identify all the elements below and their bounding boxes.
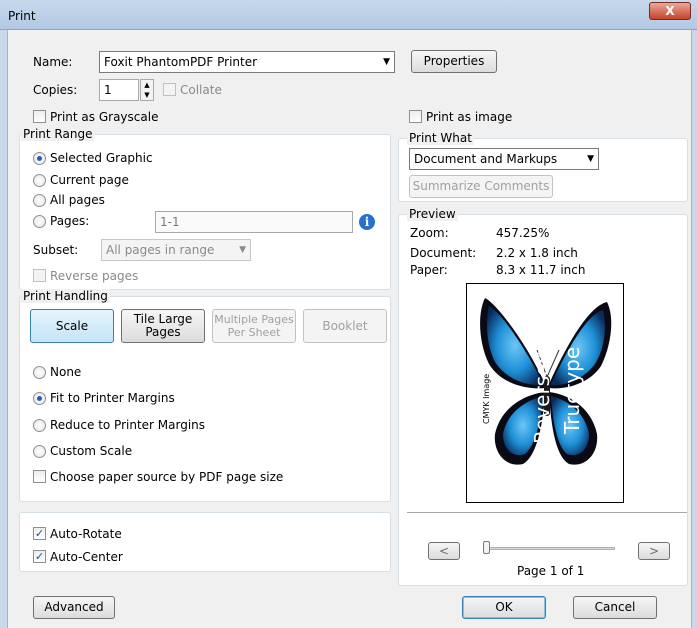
radio-reduce-printer-margins[interactable] <box>33 419 46 432</box>
next-page-icon: > <box>648 543 660 558</box>
page-slider-thumb[interactable] <box>483 541 490 554</box>
printer-name-select[interactable]: Foxit PhantomPDF Printer ▼ <box>99 51 395 73</box>
multiple-pages-label: Multiple Pages Per Sheet <box>214 313 294 339</box>
subset-label: Subset: <box>33 243 79 257</box>
radio-pages[interactable] <box>33 215 46 228</box>
chevron-down-icon: ▼ <box>587 154 594 164</box>
close-button[interactable]: X <box>649 2 691 20</box>
option-pages-label: Pages: <box>50 214 90 228</box>
paper-size-value: 8.3 x 11.7 inch <box>496 263 586 277</box>
copies-label: Copies: <box>33 83 78 97</box>
dialog-client: Name: Foxit PhantomPDF Printer ▼ Propert… <box>9 30 691 628</box>
copies-value: 1 <box>104 83 112 97</box>
scale-tab[interactable]: Scale <box>30 309 114 343</box>
scale-none-label: None <box>50 365 82 379</box>
advanced-button[interactable]: Advanced <box>33 596 115 619</box>
window-frame-left <box>0 30 8 628</box>
ok-button[interactable]: OK <box>462 596 546 619</box>
pages-range-value: 1-1 <box>160 215 180 229</box>
booklet-label: Booklet <box>322 318 368 333</box>
print-as-image-label: Print as image <box>426 110 513 124</box>
butterfly-image: CMYK Image Reversed Truetype <box>480 298 612 465</box>
radio-all-pages[interactable] <box>33 194 46 207</box>
advanced-label: Advanced <box>44 600 104 614</box>
radio-selected-graphic[interactable] <box>33 152 46 165</box>
zoom-value: 457.25% <box>496 226 550 240</box>
properties-button[interactable]: Properties <box>411 50 497 73</box>
paper-source-checkbox[interactable] <box>33 470 46 483</box>
document-size-label: Document: <box>410 246 477 260</box>
auto-center-label: Auto-Center <box>50 550 123 564</box>
paper-size-label: Paper: <box>410 263 448 277</box>
window-title: Print <box>8 9 36 23</box>
print-what-select[interactable]: Document and Markups ▼ <box>409 148 599 170</box>
auto-rotate-checkbox[interactable]: ✓ <box>33 527 46 540</box>
print-range-title: Print Range <box>21 127 95 141</box>
window-frame-right <box>691 30 697 628</box>
print-as-image-checkbox[interactable] <box>409 110 422 123</box>
next-page-button[interactable]: > <box>638 542 670 560</box>
print-handling-title: Print Handling <box>21 289 110 303</box>
reverse-pages-checkbox[interactable] <box>33 269 46 282</box>
radio-scale-none[interactable] <box>33 366 46 379</box>
title-bar: Print X <box>0 0 697 30</box>
copies-input[interactable]: 1 <box>99 79 139 101</box>
chevron-down-icon: ▼ <box>239 245 246 255</box>
chevron-down-icon: ▼ <box>383 57 390 67</box>
close-icon: X <box>665 4 675 18</box>
multiple-pages-tab[interactable]: Multiple Pages Per Sheet <box>212 309 296 343</box>
grayscale-checkbox[interactable] <box>33 110 46 123</box>
cancel-button[interactable]: Cancel <box>573 596 657 619</box>
image-text-truetype: Truetype <box>560 347 584 435</box>
radio-fit-printer-margins[interactable] <box>33 392 46 405</box>
page-indicator: Page 1 of 1 <box>517 564 585 578</box>
preview-title: Preview <box>407 207 458 221</box>
previous-page-icon: < <box>438 543 450 558</box>
booklet-tab[interactable]: Booklet <box>303 309 387 343</box>
tile-large-pages-tab[interactable]: Tile Large Pages <box>121 309 205 343</box>
auto-rotate-label: Auto-Rotate <box>50 527 122 541</box>
subset-select[interactable]: All pages in range ▼ <box>101 239 251 261</box>
preview-divider <box>407 512 687 513</box>
summarize-comments-button[interactable]: Summarize Comments <box>409 175 553 198</box>
scale-tab-label: Scale <box>55 318 89 333</box>
document-size-value: 2.2 x 1.8 inch <box>496 246 578 260</box>
preview-page: CMYK Image Reversed Truetype <box>466 283 624 503</box>
grayscale-label: Print as Grayscale <box>50 110 159 124</box>
fit-printer-margins-label: Fit to Printer Margins <box>50 391 175 405</box>
option-selected-graphic-label: Selected Graphic <box>50 151 153 165</box>
summarize-comments-label: Summarize Comments <box>412 179 550 193</box>
reverse-pages-label: Reverse pages <box>50 269 139 283</box>
image-text-reversed: Reversed <box>530 351 554 444</box>
info-icon[interactable]: i <box>359 214 375 230</box>
reduce-printer-margins-label: Reduce to Printer Margins <box>50 418 206 432</box>
option-all-pages-label: All pages <box>50 193 105 207</box>
radio-custom-scale[interactable] <box>33 445 46 458</box>
print-what-value: Document and Markups <box>414 152 558 166</box>
zoom-label: Zoom: <box>410 226 449 240</box>
printer-name-label: Name: <box>33 55 73 69</box>
collate-checkbox[interactable] <box>163 83 176 96</box>
print-what-title: Print What <box>407 131 474 145</box>
printer-name-value: Foxit PhantomPDF Printer <box>104 55 258 69</box>
tile-large-pages-label: Tile Large Pages <box>133 312 193 339</box>
collate-label: Collate <box>180 83 222 97</box>
radio-current-page[interactable] <box>33 174 46 187</box>
paper-source-label: Choose paper source by PDF page size <box>50 470 284 484</box>
custom-scale-label: Custom Scale <box>50 444 133 458</box>
page-slider-track[interactable] <box>485 547 615 550</box>
subset-value: All pages in range <box>106 243 215 257</box>
image-text-cmyk: CMYK Image <box>482 374 491 424</box>
cancel-label: Cancel <box>594 600 636 614</box>
previous-page-button[interactable]: < <box>428 542 460 560</box>
properties-label: Properties <box>423 54 485 68</box>
copies-stepper[interactable]: ▲ ▼ <box>140 79 154 101</box>
pages-range-input[interactable]: 1-1 <box>155 211 353 233</box>
option-current-page-label: Current page <box>50 173 129 187</box>
ok-label: OK <box>495 600 513 614</box>
auto-center-checkbox[interactable]: ✓ <box>33 550 46 563</box>
